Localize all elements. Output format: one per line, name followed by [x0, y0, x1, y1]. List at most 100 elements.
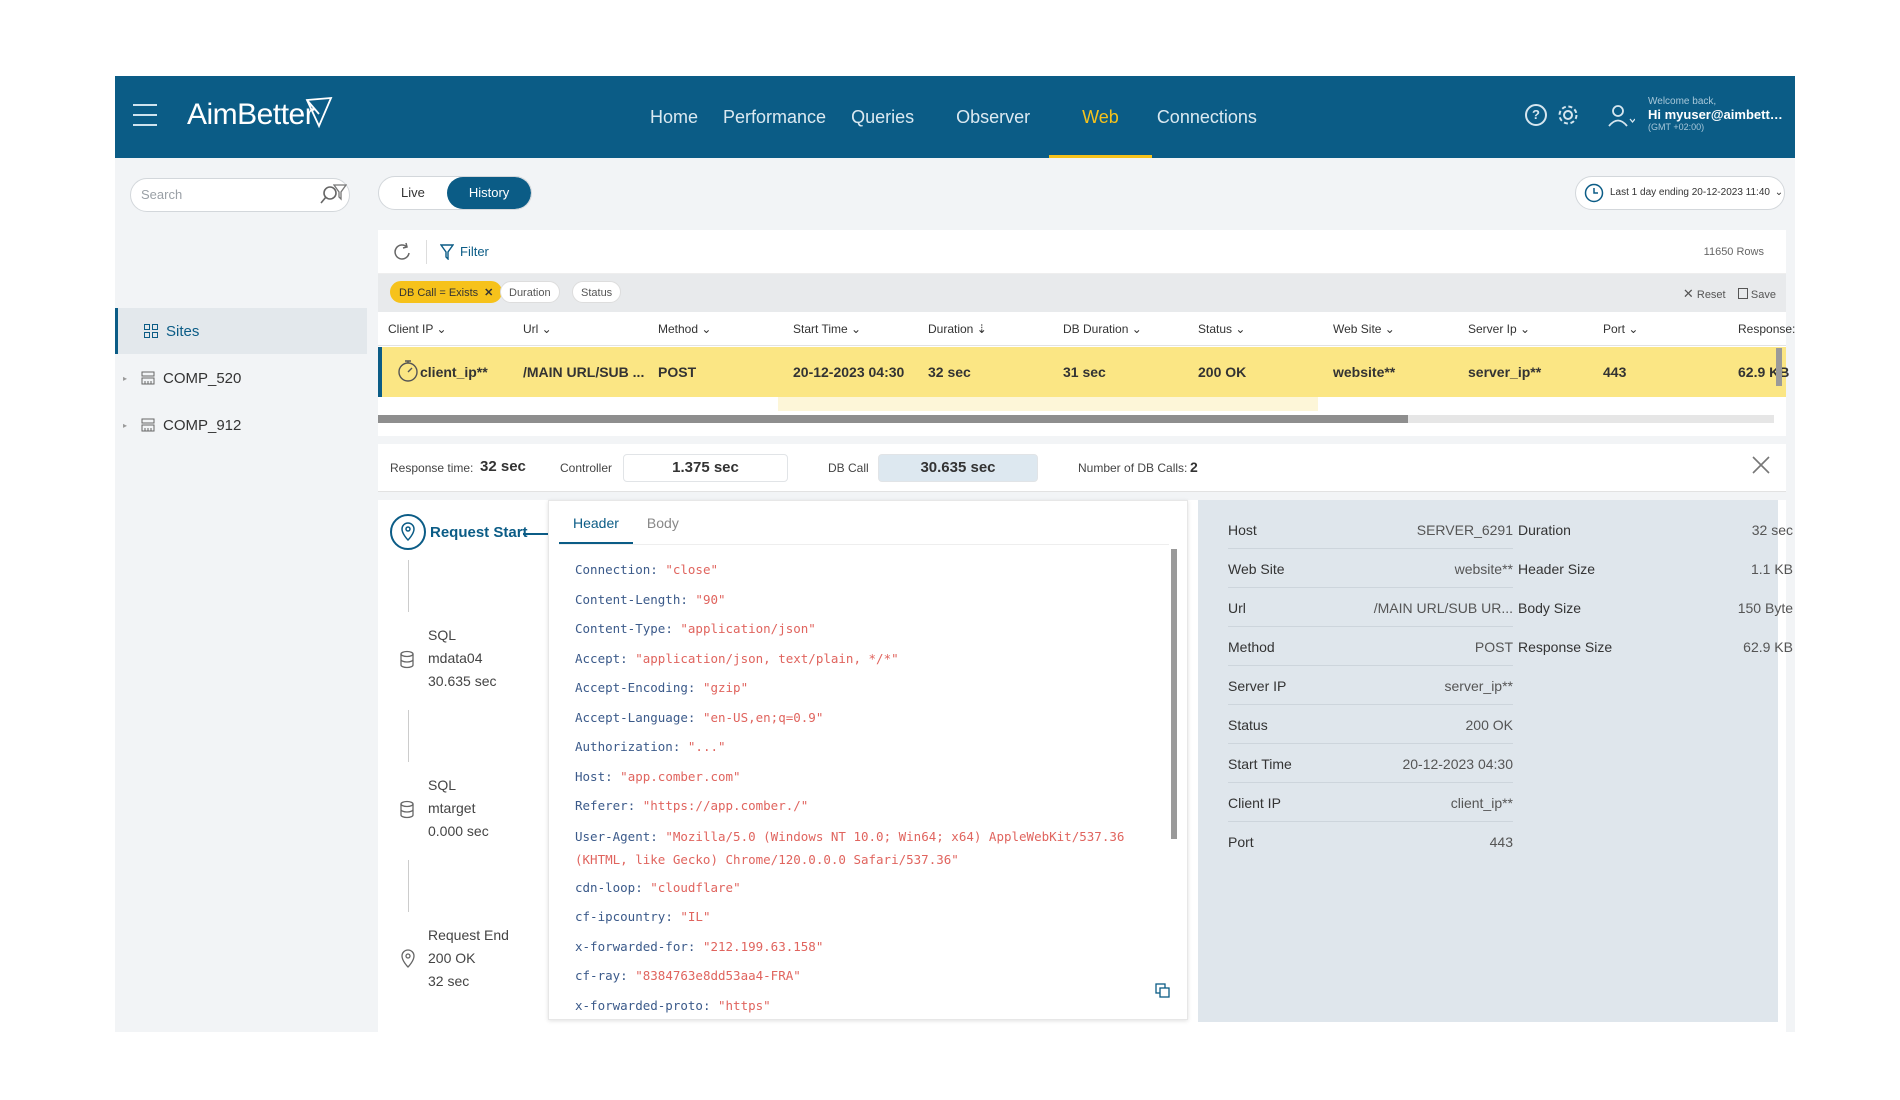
nav-performance[interactable]: Performance [723, 76, 826, 158]
cell-duration: 32 sec [928, 364, 971, 380]
time-range-picker[interactable]: Last 1 day ending 20-12-2023 11:40 ⌄ [1575, 176, 1785, 210]
num-db-calls-value: 2 [1190, 459, 1198, 475]
header-line: Accept: "application/json, text/plain, *… [575, 650, 899, 666]
col-web-site[interactable]: Web Site ⌄ [1333, 322, 1395, 336]
nav-home[interactable]: Home [650, 76, 698, 158]
column-headers: Client IP ⌄ Url ⌄ Method ⌄ Start Time ⌄ … [378, 312, 1795, 346]
info-row: Status 200 OK [1228, 705, 1513, 744]
user-icon[interactable] [1607, 103, 1635, 129]
header-line: cf-ray: "8384763e8dd53aa4-FRA" [575, 968, 801, 983]
header-line: cf-ipcountry: "IL" [575, 909, 711, 924]
nav-observer[interactable]: Observer [956, 76, 1030, 158]
request-start-label: Request Start [430, 524, 528, 541]
sort-desc-icon: ⇣ [976, 322, 987, 336]
col-db-duration[interactable]: DB Duration ⌄ [1063, 322, 1142, 336]
table-row[interactable]: client_ip** /MAIN URL/SUB ... POST 20-12… [378, 347, 1789, 397]
gear-icon[interactable] [1557, 104, 1579, 126]
sidebar-item-comp-520[interactable]: ▸ COMP_520 [115, 355, 367, 401]
copy-icon[interactable] [1155, 983, 1171, 999]
header-line: User-Agent: "Mozilla/5.0 (Windows NT 10.… [575, 828, 1125, 867]
range-value: 20-12-2023 11:40 [1691, 187, 1770, 198]
cell-client-ip: client_ip** [420, 364, 488, 380]
nav-queries[interactable]: Queries [851, 76, 914, 158]
app-window: AimBetter Home Performance Queries Obser… [115, 76, 1795, 1032]
close-icon: ✕ [1682, 286, 1694, 301]
col-start-time[interactable]: Start Time ⌄ [793, 322, 861, 336]
vertical-scrollbar[interactable] [1776, 348, 1782, 386]
sql1-db: mdata04 [428, 650, 483, 666]
timezone: (GMT +02:00) [1648, 122, 1705, 132]
info-row: Body Size 150 Byte [1518, 600, 1793, 616]
request-end-status: 200 OK [428, 950, 476, 966]
filter-chip-duration[interactable]: Duration [500, 281, 560, 303]
save-icon [1737, 288, 1748, 299]
col-duration[interactable]: Duration ⇣ [928, 322, 987, 336]
header-scrollbar[interactable] [1171, 549, 1177, 839]
sidebar-item-label: COMP_520 [163, 369, 242, 387]
close-icon[interactable]: ✕ [484, 287, 493, 299]
horizontal-scrollbar[interactable] [378, 415, 1774, 423]
db-call-label: DB Call [828, 461, 869, 475]
sidebar-item-label: Sites [166, 322, 200, 340]
nav-web[interactable]: Web [1049, 76, 1152, 158]
database-icon [400, 650, 414, 669]
sql1-type: SQL [428, 627, 457, 643]
col-method[interactable]: Method ⌄ [658, 322, 711, 336]
col-url[interactable]: Url ⌄ [523, 322, 552, 336]
col-status[interactable]: Status ⌄ [1198, 322, 1245, 336]
search-box [130, 178, 350, 212]
filter-chip-db-call[interactable]: DB Call = Exists ✕ [390, 281, 503, 303]
col-response[interactable]: Response: [1738, 322, 1795, 336]
sidebar: Sites ▸ COMP_520 ▸ COMP_912 [115, 158, 367, 1032]
info-row: Response Size 62.9 KB [1518, 639, 1793, 655]
request-timeline: Request Start SQL mdata04 30.635 sec SQL… [378, 500, 548, 1032]
funnel-icon[interactable] [333, 183, 347, 201]
sql2-type: SQL [428, 777, 457, 793]
info-row: Method POST [1228, 627, 1513, 666]
live-button[interactable]: Live [379, 177, 447, 209]
header-list: Connection: "close" Content-Length: "90"… [575, 555, 1155, 1019]
main-nav: Home Performance Queries Observer Web Co… [650, 76, 1282, 158]
expand-caret-icon[interactable]: ▸ [115, 421, 135, 430]
info-row: Host SERVER_6291 [1228, 510, 1513, 549]
col-server-ip[interactable]: Server Ip ⌄ [1468, 322, 1530, 336]
rows-count: 11650 Rows [1703, 246, 1764, 258]
expand-caret-icon[interactable]: ▸ [115, 374, 135, 383]
user-menu[interactable]: Welcome back, Hi myuser@aimbetter... (GM… [1648, 96, 1788, 132]
server-icon [141, 371, 155, 385]
search-input[interactable] [141, 187, 291, 202]
grid-icon [144, 324, 158, 338]
header-line: Accept-Encoding: "gzip" [575, 680, 749, 695]
tab-header[interactable]: Header [559, 501, 633, 544]
sidebar-item-sites[interactable]: Sites [115, 308, 367, 354]
save-button[interactable]: Save [1737, 288, 1776, 301]
mode-toggle: Live History [378, 176, 533, 210]
range-label: Last 1 day ending [1610, 187, 1689, 198]
cell-status: 200 OK [1198, 364, 1247, 380]
sidebar-item-comp-912[interactable]: ▸ COMP_912 [115, 402, 367, 448]
app-logo: AimBetter [187, 96, 333, 132]
header-line: cdn-loop: "cloudflare" [575, 879, 741, 895]
cell-method: POST [658, 364, 697, 380]
tab-body[interactable]: Body [633, 501, 693, 544]
reset-button[interactable]: ✕ Reset [1682, 286, 1726, 301]
info-row: Start Time 20-12-2023 04:30 [1228, 744, 1513, 783]
location-pin-icon [390, 514, 426, 550]
nav-connections[interactable]: Connections [1157, 76, 1257, 158]
sidebar-item-label: COMP_912 [163, 416, 242, 434]
filter-chip-status[interactable]: Status [572, 281, 622, 303]
detail-tabs: Header Body [559, 501, 1169, 545]
sql1-duration: 30.635 sec [428, 673, 497, 689]
history-button[interactable]: History [446, 177, 532, 209]
close-icon[interactable] [1750, 454, 1772, 476]
help-icon[interactable]: ? [1525, 104, 1547, 126]
sql2-duration: 0.000 sec [428, 823, 489, 839]
hamburger-menu-icon[interactable] [133, 104, 157, 126]
col-port[interactable]: Port ⌄ [1603, 322, 1638, 336]
requests-grid: Filter 11650 Rows DB Call = Exists ✕ Dura… [378, 230, 1795, 436]
refresh-icon[interactable] [392, 242, 412, 262]
request-info-panel: Host SERVER_6291 Web Site website** Url/MA… [1198, 500, 1793, 1022]
controller-label: Controller [560, 461, 613, 475]
filter-button[interactable]: Filter [440, 244, 489, 260]
col-client-ip[interactable]: Client IP ⌄ [388, 322, 447, 336]
